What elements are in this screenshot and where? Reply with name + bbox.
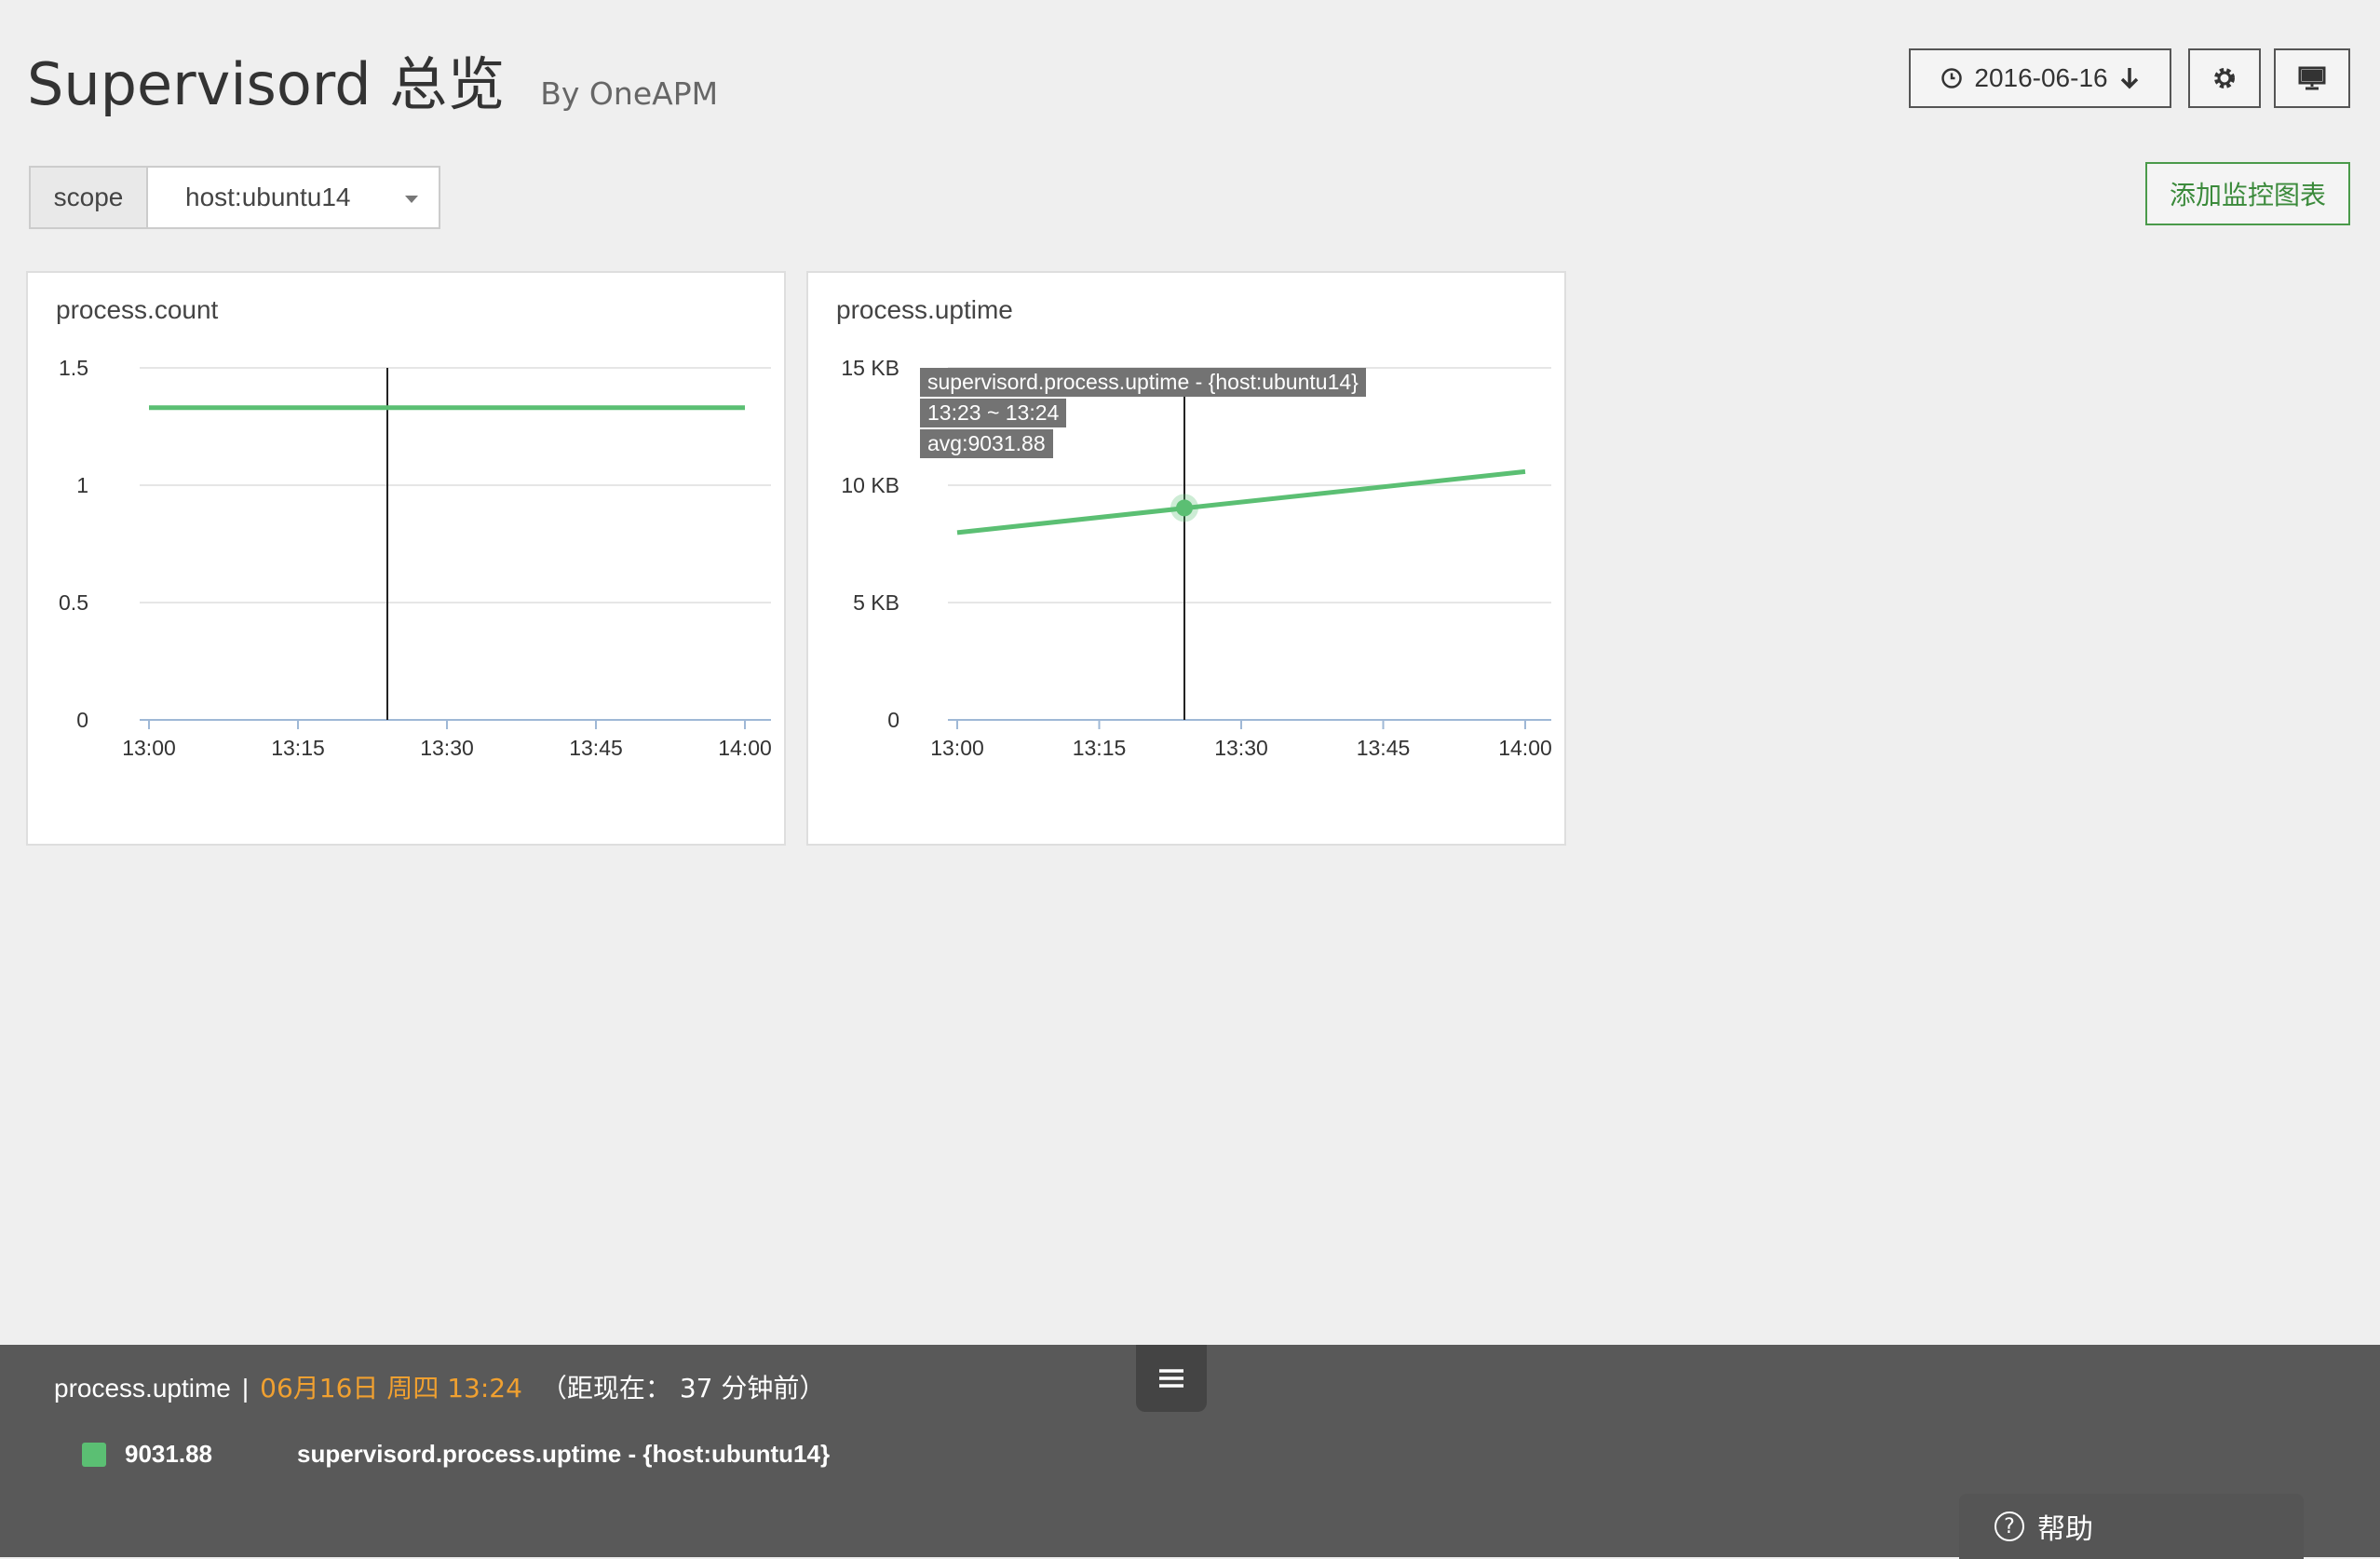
menu-icon [1159,1369,1183,1388]
chart-process-count[interactable]: 0 0.5 1 1.5 13:00 13:15 13:30 13:45 14:00 [28,273,788,847]
y-tick-label: 1.5 [59,356,88,380]
monitor-icon [2298,66,2326,90]
x-tick-label: 13:45 [569,736,623,760]
detail-date: 06月16日 周四 13:24 [260,1373,522,1403]
x-tick-label: 14:00 [718,736,772,760]
highlight-point [1176,499,1193,517]
chevron-down-icon [405,196,418,203]
y-tick-label: 5 KB [853,590,899,615]
help-label: 帮助 [2037,1513,2093,1546]
tooltip-series: supervisord.process.uptime - {host:ubunt… [920,368,1366,397]
detail-title: process.uptime | 06月16日 周四 13:24 （距现在： 37 分… [54,1368,825,1405]
legend-item: 9031.88 supervisord.process.uptime - {ho… [82,1440,830,1469]
tooltip-avg: avg:9031.88 [920,429,1053,458]
help-icon: ? [1995,1512,2024,1541]
x-tick-label: 13:45 [1357,736,1411,760]
chart-process-uptime[interactable]: 0 5 KB 10 KB 15 KB 13:00 13:15 13:30 13:45 14:00 [808,273,1568,847]
y-tick-label: 15 KB [841,356,899,380]
clock-icon [1941,68,1963,88]
detail-metric: process.uptime [54,1374,231,1403]
scope-selected-value: host:ubuntu14 [185,183,351,211]
add-chart-button[interactable]: 添加监控图表 [2145,162,2350,225]
x-tick-label: 13:00 [930,736,984,760]
page-subtitle: By OneAPM [540,75,719,112]
date-picker-button[interactable]: 2016-06-16 [1909,48,2171,108]
menu-button[interactable] [1136,1345,1207,1412]
settings-button[interactable] [2188,48,2261,108]
series-line [956,468,1526,535]
tooltip-range: 13:23 ~ 13:24 [920,399,1067,427]
y-tick-label: 0 [76,708,88,732]
chart-panel-process-count: process.count 0 0.5 1 1.5 13:00 13:15 13:30 13:… [26,271,786,846]
x-tick-label: 13:30 [420,736,474,760]
scope-label: scope [29,166,148,229]
x-tick-label: 14:00 [1498,736,1552,760]
scope-select[interactable]: host:ubuntu14 [148,166,440,229]
y-tick-label: 1 [76,473,88,497]
legend-value: 9031.88 [125,1440,212,1468]
page-title-text: Supervisord 总览 [27,50,506,118]
legend-swatch [82,1442,106,1467]
x-tick-label: 13:15 [1073,736,1127,760]
scope-filter: scope host:ubuntu14 [29,166,440,229]
gear-icon [2214,68,2235,88]
x-tick-label: 13:00 [122,736,176,760]
chart-panel-process-uptime: process.uptime 05 KB 10 KB 15 KB 13:00 13:15… [806,271,1566,846]
detail-ago: （距现在： 37 分钟前） [540,1373,826,1403]
y-tick-label: 0.5 [59,590,88,615]
help-button[interactable]: ? 帮助 [1959,1494,2304,1559]
chart-tooltip: supervisord.process.uptime - {host:ubunt… [920,368,1366,460]
arrow-down-icon [2120,68,2138,89]
y-tick-label: 0 [887,708,899,732]
detail-bar: process.uptime | 06月16日 周四 13:24 （距现在： 37 分… [0,1345,2380,1559]
legend-series-name: supervisord.process.uptime - {host:ubunt… [297,1440,831,1468]
page-title: Supervisord 总览 By OneAPM [27,37,718,121]
y-tick-label: 10 KB [841,473,899,497]
display-mode-button[interactable] [2274,48,2350,108]
x-tick-label: 13:15 [271,736,325,760]
detail-separator: | [241,1374,250,1403]
date-label: 2016-06-16 [1974,63,2108,92]
x-tick-label: 13:30 [1214,736,1268,760]
